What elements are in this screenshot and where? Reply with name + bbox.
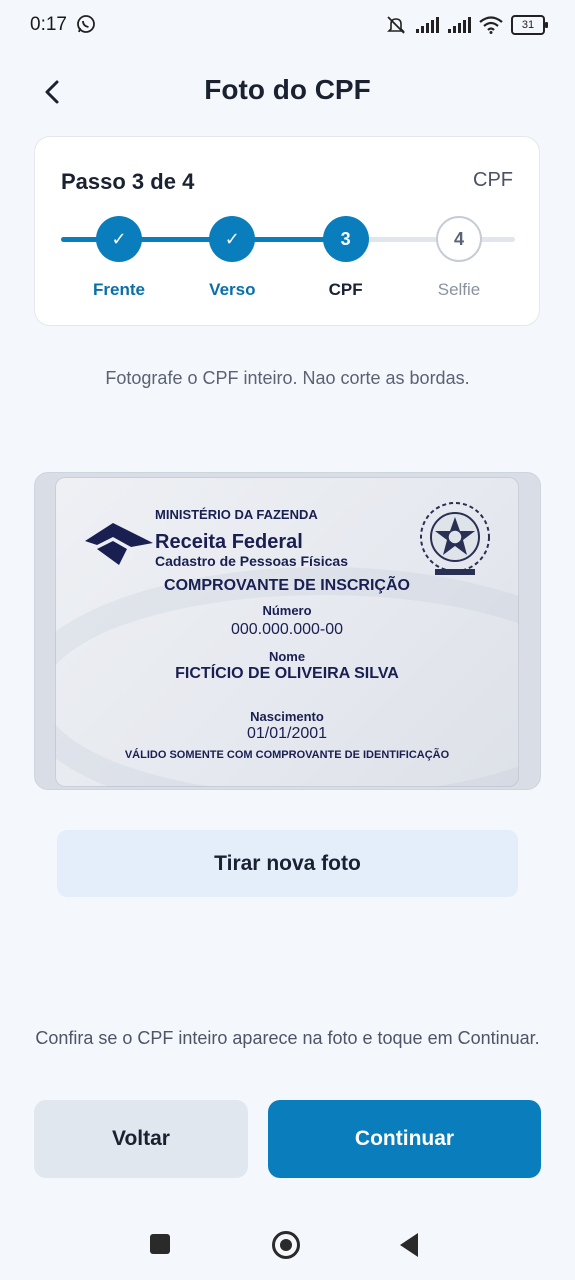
battery-icon: 31 — [511, 15, 548, 35]
continue-button[interactable]: Continuar — [268, 1100, 541, 1178]
status-bar: 0:17 31 — [0, 0, 575, 52]
whatsapp-icon — [77, 15, 95, 33]
back-icon[interactable] — [400, 1233, 418, 1257]
step-cpf-label: CPF — [328, 280, 363, 299]
brasil-seal-icon — [420, 502, 490, 575]
page-title: Foto do CPF — [204, 74, 371, 105]
status-icons: 31 — [385, 14, 548, 36]
step-selfie-marker: 4 — [436, 216, 482, 262]
signal-icon — [448, 17, 471, 33]
home-icon[interactable] — [272, 1231, 300, 1259]
cpf-card-image: MINISTÉRIO DA FAZENDA Receita Federal Ca… — [55, 477, 519, 787]
step-selfie-label: Selfie — [437, 280, 481, 299]
status-time: 0:17 — [30, 14, 67, 35]
step-verso-marker: ✓ — [209, 216, 256, 262]
card-name: FICTÍCIO DE OLIVEIRA SILVA — [175, 665, 399, 682]
mute-icon — [387, 16, 405, 34]
step-frente-marker: ✓ — [96, 216, 142, 262]
recents-icon[interactable] — [150, 1234, 170, 1254]
card-agency: Receita Federal — [155, 531, 303, 553]
card-ministry: MINISTÉRIO DA FAZENDA — [155, 507, 318, 522]
card-birth-label: Nascimento — [250, 709, 324, 724]
back-action-button[interactable]: Voltar — [34, 1100, 248, 1178]
step-count: Passo 3 de 4 — [61, 169, 195, 194]
step-frente-label: Frente — [93, 280, 145, 299]
retake-photo-button[interactable]: Tirar nova foto — [57, 830, 518, 897]
card-doc-title: COMPROVANTE DE INSCRIÇÃO — [164, 577, 410, 594]
step-cpf-marker: 3 — [322, 216, 369, 262]
system-nav-bar — [0, 1210, 575, 1280]
signal-icon — [416, 17, 439, 33]
card-birth: 01/01/2001 — [246, 725, 328, 742]
card-name-label: Nome — [268, 649, 306, 664]
current-step-name: CPF — [473, 169, 513, 191]
wifi-icon — [479, 16, 503, 34]
photo-preview: MINISTÉRIO DA FAZENDA Receita Federal Ca… — [34, 472, 541, 790]
card-number: 000.000.000-00 — [230, 621, 344, 638]
card-agency-sub: Cadastro de Pessoas Físicas — [155, 553, 348, 569]
receita-logo-icon — [85, 523, 153, 565]
card-validity: VÁLIDO SOMENTE COM COMPROVANTE DE IDENTI… — [124, 749, 450, 761]
card-number-label: Número — [262, 603, 312, 618]
instruction-text: Fotografe o CPF inteiro. Nao corte as bo… — [105, 368, 470, 388]
stepper-card: Passo 3 de 4 CPF ✓ Frente ✓ Verso 3 CPF 4 Selfi… — [34, 136, 540, 326]
step-verso-label: Verso — [209, 280, 256, 299]
hint-text: Confira se o CPF inteiro aparece na foto… — [35, 1028, 540, 1048]
